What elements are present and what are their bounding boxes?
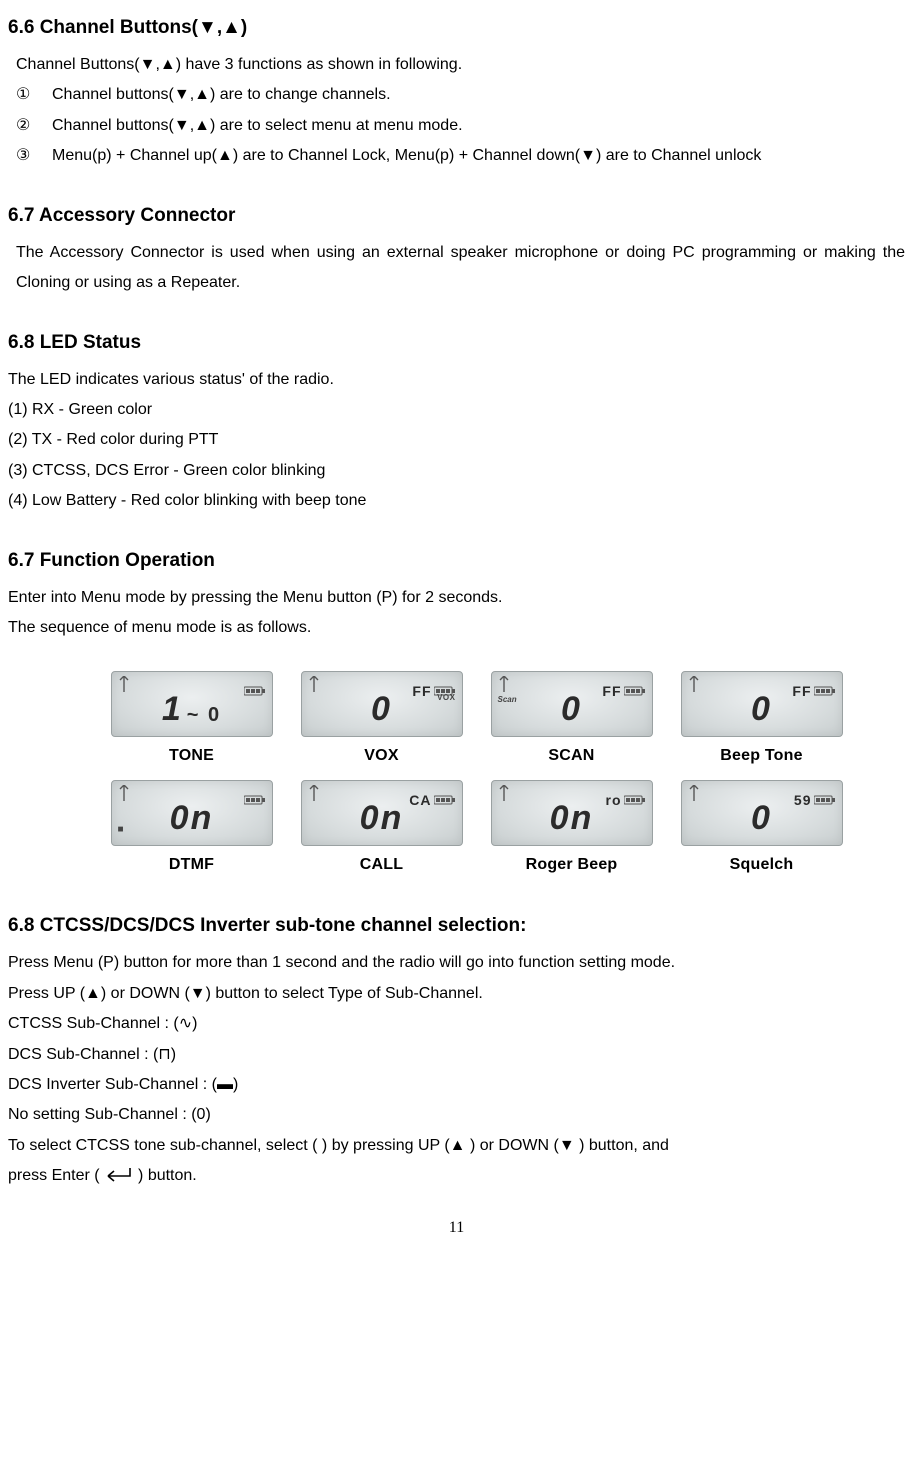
led-status-item: (3) CTCSS, DCS Error - Green color blink… <box>8 456 905 486</box>
section-6-6-intro: Channel Buttons(▼,▲) have 3 functions as… <box>8 50 905 80</box>
heading-6-8-subtone: 6.8 CTCSS/DCS/DCS Inverter sub-tone chan… <box>8 908 905 944</box>
lcd-screen: FF VOX 0 <box>301 671 463 737</box>
subtone-line: DCS Sub-Channel : (⊓) <box>8 1040 905 1070</box>
lcd-big-text: 0n <box>492 791 652 845</box>
menu-caption: DTMF <box>169 850 214 880</box>
led-status-item: (1) RX - Green color <box>8 395 905 425</box>
menu-tile: FF 0 Beep Tone <box>672 671 852 771</box>
section-6-7-function: 6.7 Function Operation Enter into Menu m… <box>8 543 905 644</box>
subtone-line: CTCSS Sub-Channel : (∿) <box>8 1009 905 1039</box>
led-status-item: (2) TX - Red color during PTT <box>8 425 905 455</box>
subtone-line: DCS Inverter Sub-Channel : (▬) <box>8 1070 905 1100</box>
heading-6-6: 6.6 Channel Buttons(▼,▲) <box>8 10 905 46</box>
menu-caption: VOX <box>364 741 398 771</box>
section-6-8-led: 6.8 LED Status The LED indicates various… <box>8 325 905 517</box>
section-6-8-subtone: 6.8 CTCSS/DCS/DCS Inverter sub-tone chan… <box>8 908 905 1191</box>
menu-tile: FF VOX 0 VOX <box>292 671 472 771</box>
list-marker: ③ <box>16 141 52 171</box>
list-item: ② Channel buttons(▼,▲) are to select men… <box>16 111 905 141</box>
lcd-screen: FF 0 <box>681 671 843 737</box>
list-text: Channel buttons(▼,▲) are to change chann… <box>52 80 905 110</box>
section-6-7-accessory: 6.7 Accessory Connector The Accessory Co… <box>8 198 905 299</box>
subtone-last-prefix: press Enter ( <box>8 1167 100 1184</box>
list-marker: ② <box>16 111 52 141</box>
menu-tile: ■ 0n DTMF <box>102 780 282 880</box>
heading-6-7-function: 6.7 Function Operation <box>8 543 905 579</box>
subtone-last-line: press Enter ( ) button. <box>8 1161 905 1191</box>
menu-tile: ro 0n Roger Beep <box>482 780 662 880</box>
subtone-line: No setting Sub-Channel : (0) <box>8 1100 905 1130</box>
list-item: ③ Menu(p) + Channel up(▲) are to Channel… <box>16 141 905 171</box>
list-text: Channel buttons(▼,▲) are to select menu … <box>52 111 905 141</box>
menu-tile: 1 ~ 0 TONE <box>102 671 282 771</box>
lcd-screen: CA 0n <box>301 780 463 846</box>
subtone-line: Press Menu (P) button for more than 1 se… <box>8 948 905 978</box>
lcd-big-text: 0 <box>682 791 842 845</box>
menu-caption: Roger Beep <box>526 850 618 880</box>
menu-tile: FF Scan 0 SCAN <box>482 671 662 771</box>
list-item: ① Channel buttons(▼,▲) are to change cha… <box>16 80 905 110</box>
lcd-screen: ■ 0n <box>111 780 273 846</box>
lcd-big-text: 0 <box>302 682 462 736</box>
subtone-line: Press UP (▲) or DOWN (▼) button to selec… <box>8 979 905 1009</box>
section-6-6: 6.6 Channel Buttons(▼,▲) Channel Buttons… <box>8 10 905 172</box>
menu-caption: CALL <box>360 850 403 880</box>
list-text: Menu(p) + Channel up(▲) are to Channel L… <box>52 141 905 171</box>
menu-caption: Squelch <box>730 850 794 880</box>
lcd-big-text: 0n <box>302 791 462 845</box>
lcd-big-text: 0 <box>492 682 652 736</box>
menu-sequence-grid: 1 ~ 0 TONE FF VOX 0 VOX <box>48 665 905 890</box>
lcd-big-text: 1 ~ 0 <box>112 682 272 736</box>
function-op-line: Enter into Menu mode by pressing the Men… <box>8 583 905 613</box>
heading-6-8-led: 6.8 LED Status <box>8 325 905 361</box>
menu-tile: 59 0 Squelch <box>672 780 852 880</box>
lcd-big-text: 0 <box>682 682 842 736</box>
menu-caption: TONE <box>169 741 214 771</box>
lcd-screen: 1 ~ 0 <box>111 671 273 737</box>
section-6-6-list: ① Channel buttons(▼,▲) are to change cha… <box>8 80 905 171</box>
subtone-last-suffix: ) button. <box>134 1167 197 1184</box>
heading-6-7-accessory: 6.7 Accessory Connector <box>8 198 905 234</box>
subtone-line: To select CTCSS tone sub-channel, select… <box>8 1131 905 1161</box>
menu-caption: SCAN <box>548 741 594 771</box>
menu-tile: CA 0n CALL <box>292 780 472 880</box>
function-op-line: The sequence of menu mode is as follows. <box>8 613 905 643</box>
lcd-screen: ro 0n <box>491 780 653 846</box>
section-6-8-led-intro: The LED indicates various status' of the… <box>8 365 905 395</box>
led-status-item: (4) Low Battery - Red color blinking wit… <box>8 486 905 516</box>
lcd-screen: 59 0 <box>681 780 843 846</box>
page-number: 11 <box>8 1213 905 1243</box>
section-6-7-accessory-body: The Accessory Connector is used when usi… <box>8 238 905 299</box>
lcd-screen: FF Scan 0 <box>491 671 653 737</box>
enter-key-icon <box>100 1167 134 1184</box>
menu-caption: Beep Tone <box>720 741 802 771</box>
list-marker: ① <box>16 80 52 110</box>
lcd-big-text: 0n <box>112 791 272 845</box>
